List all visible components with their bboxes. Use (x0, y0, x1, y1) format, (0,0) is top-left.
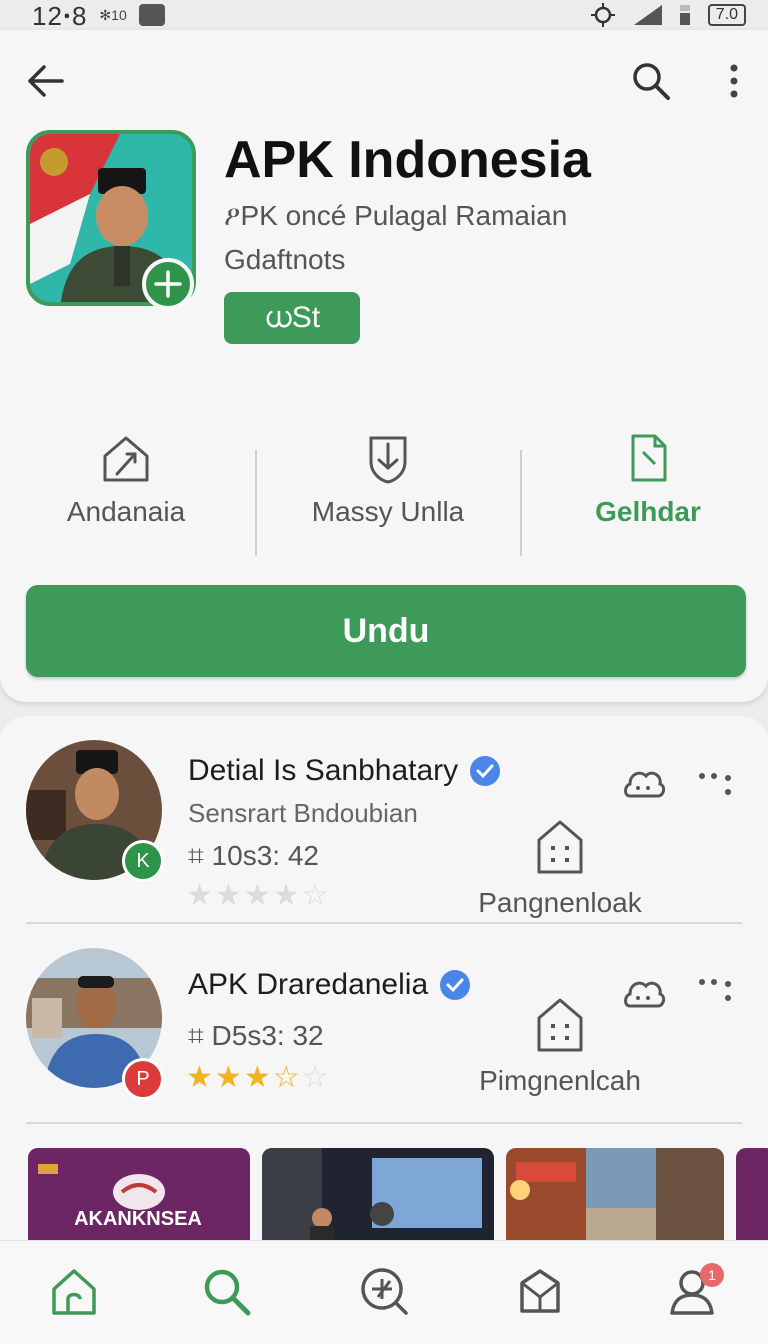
star-icon: ☆ (301, 879, 329, 912)
avatar-badge: K (122, 840, 164, 882)
list-item-title: Detial Is Sanbhatary (188, 754, 501, 788)
signal-icon (633, 5, 662, 25)
thumbnail-art (506, 1148, 724, 1244)
bottom-navigation: 1 (0, 1240, 768, 1344)
list-item-title: APK Draredanelia (188, 968, 471, 1002)
stat-share[interactable]: Andanaia (6, 430, 246, 570)
stat-file[interactable]: Gelhdar (528, 430, 768, 570)
list-item-title-text: Detial Is Sanbhatary (188, 754, 459, 787)
cloud-icon[interactable] (620, 762, 666, 802)
screenshot-thumbnail[interactable] (736, 1148, 768, 1244)
status-left: 12ꞏ8 ✻10 (32, 0, 165, 33)
thumbnail-art (262, 1148, 494, 1244)
screenshot-thumbnail[interactable]: AKANKNSEA (28, 1148, 250, 1244)
divider (520, 450, 522, 556)
app-title: APK Indonesia (224, 131, 591, 189)
stat-label: Gelhdar (595, 496, 701, 527)
rating-stars: ★ ★ ★ ★ ☆ (186, 878, 329, 913)
home-icon[interactable] (46, 1263, 102, 1319)
list-item-action[interactable]: Pangnenloak (470, 816, 650, 919)
app-category: Gdaftnots (224, 244, 346, 275)
status-badge: ധSt (224, 292, 360, 344)
shield-down-icon (369, 436, 407, 484)
wifi-icon (679, 5, 690, 25)
stat-label: Andanaia (66, 496, 186, 527)
divider (26, 1122, 742, 1124)
download-button[interactable]: Undu (26, 585, 746, 677)
list-item-title-text: APK Draredanelia (188, 968, 429, 1001)
star-icon: ★ (186, 1061, 213, 1094)
status-time: 12ꞏ8 (32, 1, 88, 31)
brightness-icon (590, 3, 615, 27)
add-badge-icon[interactable] (142, 258, 194, 310)
avatar-badge: P (122, 1058, 164, 1100)
app-header-card: APK Indonesia ዖPK oncé Pulagal Ramaian G… (0, 30, 768, 702)
file-flag-icon (631, 434, 667, 482)
share-house-icon (103, 436, 149, 482)
star-icon: ★ (272, 879, 300, 912)
more-horiz-icon[interactable] (696, 764, 736, 804)
more-vert-icon[interactable] (718, 58, 750, 104)
screenshot-thumbnail[interactable] (262, 1148, 494, 1244)
star-icon: ★ (214, 879, 242, 912)
package-icon[interactable] (512, 1263, 568, 1319)
building-icon (537, 998, 583, 1052)
explore-icon[interactable] (356, 1263, 412, 1319)
list-item-meta: ⌗ D5s3: 32 (188, 1020, 324, 1051)
list-item-action-label: Pangnenloak (478, 887, 642, 918)
cast-icon (138, 4, 165, 26)
star-icon: ★ (243, 1061, 271, 1094)
toolbar (0, 50, 768, 110)
list-item-subtitle: Sensrart Bndoubian (188, 798, 418, 828)
status-right: 7.0 (588, 2, 746, 28)
star-icon: ★ (186, 879, 213, 912)
verified-icon (470, 756, 501, 786)
star-icon: ★ (243, 879, 271, 912)
back-arrow-icon[interactable] (22, 58, 68, 104)
building-icon (537, 820, 583, 874)
more-horiz-icon[interactable] (696, 970, 736, 1010)
divider (26, 922, 742, 924)
rating-stars: ★ ★ ★ ☆ ☆ (186, 1060, 329, 1095)
list-item-action-label: Pimgnenlcah (479, 1065, 641, 1096)
battery-indicator: 7.0 (707, 4, 746, 26)
divider (255, 450, 257, 556)
list-item-action[interactable]: Pimgnenlcah (470, 994, 650, 1097)
search-icon[interactable] (628, 58, 674, 104)
verified-icon (440, 970, 471, 1000)
list-item[interactable]: P APK Draredanelia ⌗ D5s3: 32 ★ ★ ★ ☆ ☆ … (0, 944, 768, 1134)
stats-row: Andanaia Massy Unlla Gelhdar (0, 430, 768, 570)
star-icon: ☆ (301, 1061, 329, 1094)
status-bar: 12ꞏ8 ✻10 7.0 (0, 0, 768, 33)
search-icon[interactable] (198, 1263, 254, 1319)
screenshot-thumbnail[interactable] (506, 1148, 724, 1244)
stat-shield[interactable]: Massy Unlla (268, 430, 508, 570)
thumbnail-caption: AKANKNSEA (74, 1208, 202, 1230)
star-icon: ☆ (272, 1061, 300, 1094)
list-item-meta: ⌗ 10s3: 42 (188, 840, 319, 871)
notification-badge: 1 (700, 1263, 724, 1287)
star-icon: ★ (214, 1061, 242, 1094)
stat-label: Massy Unlla (311, 496, 465, 527)
screenshot-carousel[interactable]: AKANKNSEA (28, 1148, 768, 1244)
app-developer[interactable]: ዖPK oncé Pulagal Ramaian (224, 200, 567, 233)
status-network: ✻10 (99, 6, 127, 23)
list-item[interactable]: K Detial Is Sanbhatary Sensrart Bndoubia… (0, 736, 768, 926)
